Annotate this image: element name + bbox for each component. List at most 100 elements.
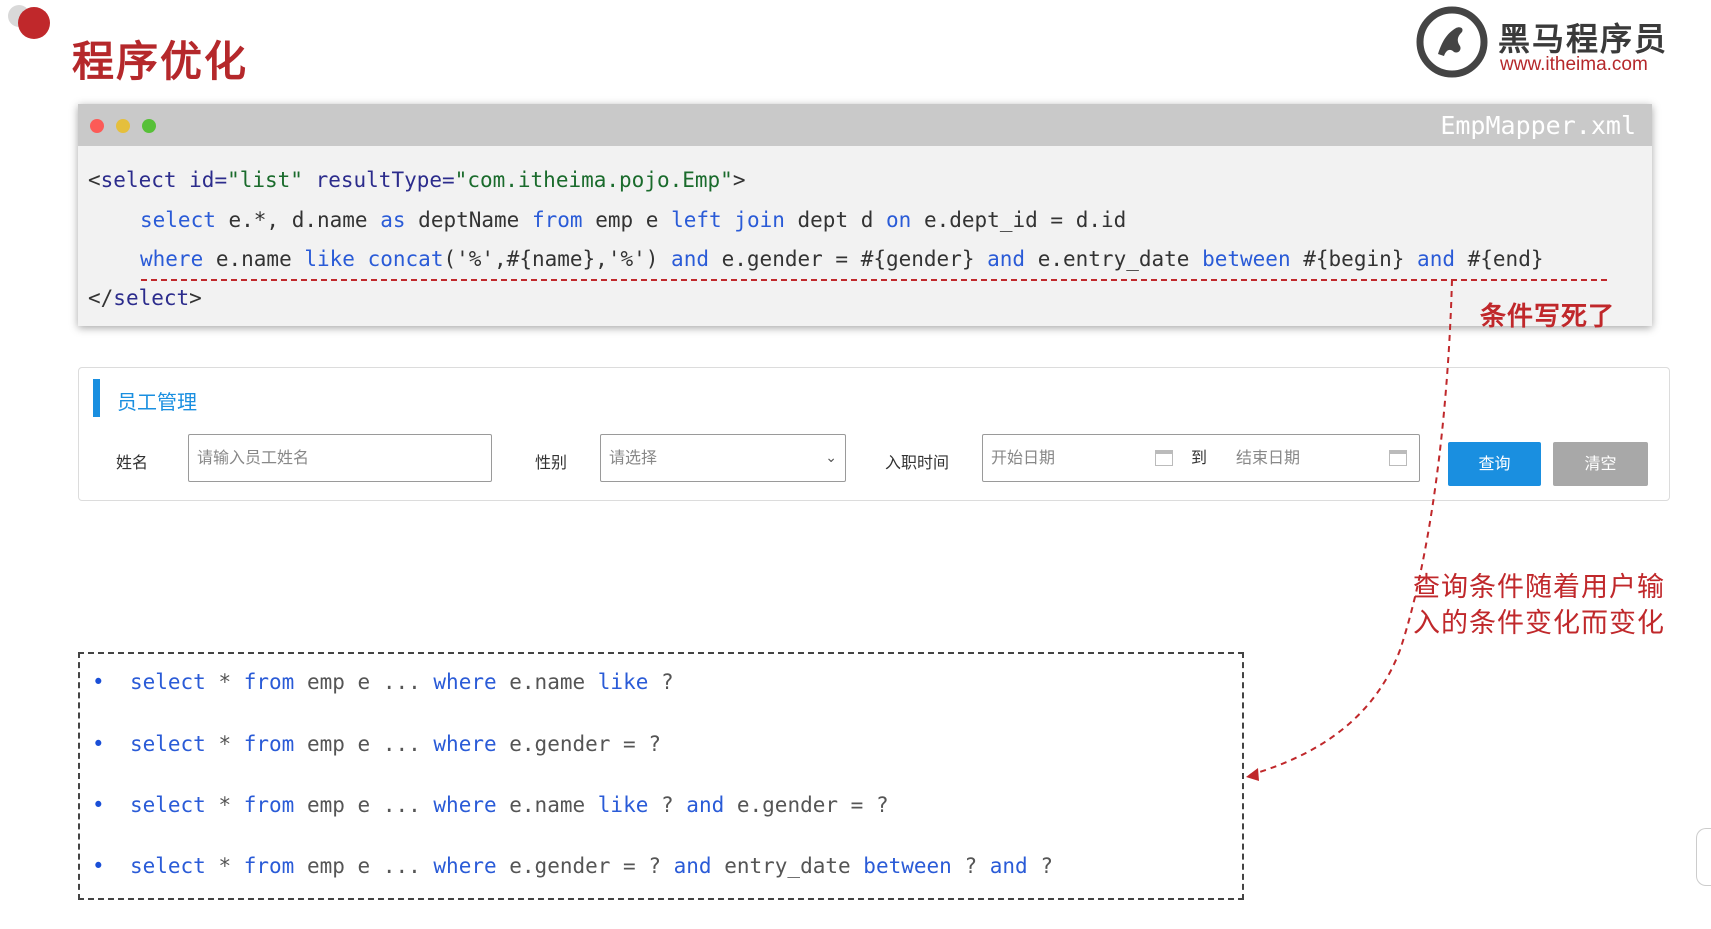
code-token: from — [531, 208, 583, 232]
hardcoded-condition-underline — [141, 279, 1607, 281]
code-token: id= — [176, 168, 228, 192]
code-token: ? — [648, 793, 687, 817]
code-token: join — [734, 208, 785, 232]
code-token: e.gender = ? — [496, 732, 661, 756]
code-token: where — [433, 854, 497, 878]
maximize-dot-icon — [142, 119, 156, 133]
code-token: like — [304, 247, 355, 271]
example-query-3: • select * from emp e ... where e.name l… — [92, 793, 889, 817]
code-token: where — [433, 732, 497, 756]
bullet: • — [92, 793, 105, 817]
entry-date-label: 入职时间 — [885, 453, 950, 472]
code-token: #{begin} — [1290, 247, 1418, 271]
clear-button[interactable]: 清空 — [1553, 442, 1648, 486]
brand-url: www.itheima.com — [1500, 54, 1648, 75]
code-token: and — [673, 854, 712, 878]
dynamic-condition-note: 查询条件随着用户输入的条件变化而变化 — [1413, 572, 1665, 639]
code-line-select-open: <select id="list" resultType="com.itheim… — [88, 168, 745, 192]
code-token: > — [189, 286, 202, 310]
example-query-2: • select * from emp e ... where e.gender… — [92, 732, 661, 756]
code-token: emp e ... — [294, 732, 434, 756]
start-date-placeholder[interactable]: 开始日期 — [991, 448, 1055, 467]
code-token: where — [433, 670, 497, 694]
horse-logo-icon — [1416, 6, 1488, 78]
code-token: select — [129, 793, 206, 817]
code-line-sql-select: select e.*, d.name as deptName from emp … — [140, 208, 1126, 232]
code-token: from — [243, 732, 295, 756]
code-token: </ — [88, 286, 114, 310]
code-token: between — [863, 854, 952, 878]
employee-search-panel: 员工管理 姓名 请输入员工姓名 性别 请选择 ⌄ 入职时间 开始日期 到 结束日期… — [78, 367, 1670, 501]
code-token: from — [243, 670, 295, 694]
code-token: #{end} — [1454, 247, 1544, 271]
calendar-icon[interactable] — [1155, 450, 1173, 466]
code-token: * — [205, 854, 244, 878]
code-token: "list" — [227, 168, 303, 192]
code-line-select-close: </select> — [88, 286, 202, 310]
code-filename: EmpMapper.xml — [1440, 111, 1636, 140]
end-date-placeholder[interactable]: 结束日期 — [1236, 435, 1300, 481]
code-token: ? — [648, 670, 674, 694]
code-token: where — [140, 247, 204, 271]
code-token: "com.itheima.pojo.Emp" — [454, 168, 733, 192]
brand-logo: 黑马程序员 www.itheima.com — [1416, 6, 1706, 82]
code-token: left — [671, 208, 722, 232]
gender-label: 性别 — [535, 453, 568, 472]
code-token: * — [205, 793, 244, 817]
decorative-dot-red — [18, 7, 50, 39]
code-token: like — [597, 670, 649, 694]
code-token: on — [886, 208, 912, 232]
date-range-picker[interactable]: 开始日期 到 结束日期 — [982, 434, 1420, 482]
bullet: • — [92, 670, 105, 694]
code-token: select — [140, 208, 216, 232]
code-token: emp e ... — [294, 854, 434, 878]
example-query-4: • select * from emp e ... where e.gender… — [92, 854, 1053, 878]
code-token: ('%',#{name},'%') — [443, 247, 672, 271]
code-token: e.name — [203, 247, 305, 271]
code-line-sql-where: where e.name like concat('%',#{name},'%'… — [140, 247, 1544, 271]
arrow-head-icon — [1246, 768, 1259, 781]
code-token: where — [433, 793, 497, 817]
bullet: • — [92, 854, 105, 878]
side-drawer-handle[interactable] — [1696, 828, 1711, 886]
example-queries-box: • select * from emp e ... where e.name l… — [78, 652, 1244, 900]
code-token: select — [129, 670, 206, 694]
calendar-icon[interactable] — [1389, 450, 1407, 466]
code-token: e.*, d.name — [215, 208, 381, 232]
name-input[interactable]: 请输入员工姓名 — [188, 434, 492, 482]
code-token: e.entry_date — [1025, 247, 1203, 271]
code-token: and — [1417, 247, 1455, 271]
code-token: select — [113, 286, 190, 310]
code-token: resultType= — [302, 168, 455, 192]
code-token: * — [205, 670, 244, 694]
code-token: dept d — [784, 208, 887, 232]
chevron-down-icon: ⌄ — [825, 450, 837, 466]
code-token: e.name — [496, 670, 598, 694]
gender-select[interactable]: 请选择 ⌄ — [600, 434, 846, 482]
dashed-arrow-path — [1249, 279, 1453, 776]
code-token: e.dept_id = d.id — [911, 208, 1127, 232]
panel-accent-bar — [93, 379, 100, 417]
code-token: from — [243, 854, 295, 878]
code-token: emp e — [582, 208, 672, 232]
code-token: ? — [1027, 854, 1053, 878]
code-token: entry_date — [711, 854, 864, 878]
code-token: select — [129, 854, 206, 878]
close-dot-icon — [90, 119, 104, 133]
query-button[interactable]: 查询 — [1448, 442, 1541, 486]
code-token: e.gender = ? — [724, 793, 889, 817]
code-window-titlebar: EmpMapper.xml — [78, 104, 1652, 146]
code-token: from — [243, 793, 295, 817]
name-label: 姓名 — [116, 453, 149, 472]
code-token: < — [88, 168, 101, 192]
code-token: as — [380, 208, 406, 232]
code-token: between — [1202, 247, 1291, 271]
code-token: deptName — [405, 208, 532, 232]
code-token: e.name — [496, 793, 598, 817]
bullet: • — [92, 732, 105, 756]
code-token: and — [987, 247, 1026, 271]
gender-select-placeholder: 请选择 — [609, 448, 658, 467]
name-input-placeholder: 请输入员工姓名 — [197, 448, 310, 467]
minimize-dot-icon — [116, 119, 130, 133]
